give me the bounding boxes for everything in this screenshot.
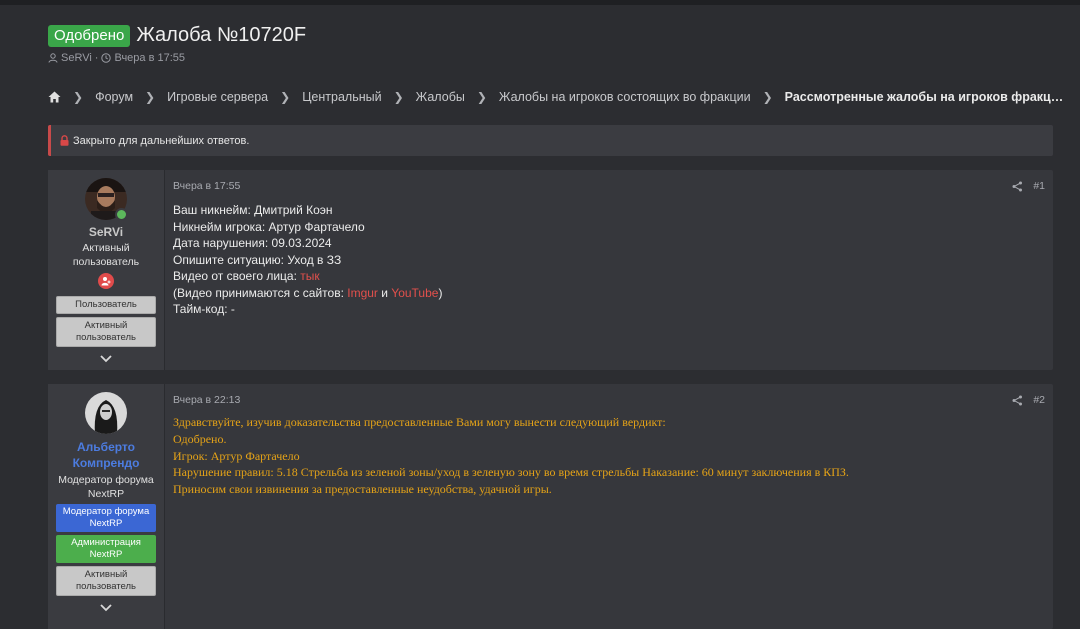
post-line: Ваш никнейм: Дмитрий Коэн (173, 203, 333, 217)
post-line: Приносим свои извинения за предоставленн… (173, 482, 552, 497)
user-banner: Активный пользователь (56, 566, 156, 596)
post-body: Здравствуйте, изучив доказательства пред… (173, 414, 1045, 498)
post-line: Тайм-код: - (173, 302, 235, 316)
chevron-right-icon: ❯ (145, 90, 156, 104)
video-link[interactable]: тык (300, 269, 319, 283)
user-banner: Модератор форума NextRP (56, 504, 156, 532)
user-title-line: пользователь (72, 256, 140, 268)
top-bar (0, 0, 1080, 5)
status-badge: Одобрено (48, 24, 131, 47)
clock-icon (101, 53, 112, 63)
thread-author[interactable]: SeRVi (61, 52, 92, 64)
avatar[interactable] (85, 392, 127, 434)
line-text: ) (438, 285, 443, 300)
meta-separator: · (94, 52, 99, 64)
user-title: Активный пользователь (73, 241, 139, 269)
post-body: Ваш никнейм: Дмитрий Коэн Никнейм игрока… (173, 202, 1045, 318)
post-line: Одобрено. (173, 431, 227, 446)
line-text: и (377, 285, 392, 300)
post-line: Никнейм игрока: Артур Фартачело (173, 219, 365, 234)
user-icon (48, 53, 58, 63)
post-actions: #2 (1012, 394, 1045, 406)
post-line: Опишите ситуацию: Уход в ЗЗ (173, 252, 342, 267)
page-title: Жалоба №10720F (136, 24, 307, 46)
post-line: Дата нарушения: 09.03.2024 (173, 236, 332, 250)
post-line: (Видео принимаются с сайтов: Imgur и You… (173, 285, 1045, 302)
thread-meta: SeRVi · Вчера в 17:55 (48, 52, 185, 64)
username[interactable]: Альберто Компрендо (48, 439, 164, 471)
breadcrumb-item-forum[interactable]: Форум (95, 90, 133, 104)
avatar[interactable] (85, 178, 128, 221)
post-1: SeRVi Активный пользователь Пользователь… (48, 170, 1053, 370)
post-line: Нарушение правил: 5.18 Стрельба из зелен… (173, 465, 849, 480)
thread-time[interactable]: Вчера в 17:55 (114, 52, 185, 64)
post-date[interactable]: Вчера в 22:13 (173, 394, 1045, 406)
avatar-image (85, 392, 127, 434)
chevron-right-icon: ❯ (73, 90, 84, 104)
line-text: (Видео принимаются с сайтов: (173, 285, 348, 300)
share-icon[interactable] (1012, 395, 1023, 406)
chevron-right-icon: ❯ (280, 90, 291, 104)
post-date[interactable]: Вчера в 17:55 (173, 180, 1045, 192)
breadcrumb-item-faction-complaints[interactable]: Жалобы на игроков состоящих во фракции (499, 90, 751, 104)
user-title-line: Активный (82, 242, 130, 254)
user-banner: Администрация NextRP (56, 535, 156, 563)
post-user-info: Альберто Компрендо Модератор форума Next… (48, 384, 165, 629)
post-number[interactable]: #1 (1033, 180, 1045, 192)
post-line: Игрок: Артур Фартачело (173, 448, 300, 463)
breadcrumb-item-complaints[interactable]: Жалобы (416, 90, 465, 104)
chevron-right-icon: ❯ (393, 90, 404, 104)
user-banner: Активный пользователь (56, 317, 156, 347)
chevron-right-icon: ❯ (476, 90, 487, 104)
user-banner: Пользователь (56, 296, 156, 314)
chevron-right-icon: ❯ (762, 90, 773, 104)
share-icon[interactable] (1012, 181, 1023, 192)
user-title-line: NextRP (87, 488, 125, 500)
post-content: Вчера в 22:13 #2 Здравствуйте, изучив до… (165, 384, 1053, 629)
imgur-link[interactable]: Imgur (347, 286, 378, 300)
breadcrumb-item-servers[interactable]: Игровые сервера (167, 90, 268, 104)
locked-notice: Закрыто для дальнейших ответов. (48, 125, 1053, 156)
lock-icon (60, 135, 69, 146)
breadcrumb: ❯ Форум ❯ Игровые сервера ❯ Центральный … (48, 90, 1063, 104)
post-number[interactable]: #2 (1033, 394, 1045, 406)
user-role-icon (98, 273, 114, 289)
locked-notice-text: Закрыто для дальнейших ответов. (73, 134, 250, 147)
post-line: Видео от своего лица: тык (173, 268, 1045, 285)
chevron-down-icon[interactable] (100, 604, 112, 612)
post-line: Здравствуйте, изучив доказательства пред… (173, 415, 666, 429)
breadcrumb-item-central[interactable]: Центральный (302, 90, 381, 104)
breadcrumb-item-current[interactable]: Рассмотренные жалобы на игроков фракц… (785, 90, 1064, 104)
user-title-line: Модератор форума (58, 474, 154, 486)
post-user-info: SeRVi Активный пользователь Пользователь… (48, 170, 165, 370)
user-title: Модератор форума NextRP (58, 473, 154, 501)
thread-header: Одобрено Жалоба №10720F (48, 24, 306, 47)
post-actions: #1 (1012, 180, 1045, 192)
home-icon[interactable] (48, 91, 61, 103)
post-content: Вчера в 17:55 #1 Ваш никнейм: Дмитрий Ко… (165, 170, 1053, 370)
youtube-link[interactable]: YouTube (391, 286, 438, 300)
online-status-icon (115, 208, 128, 221)
line-text: Видео от своего лица: (173, 269, 301, 283)
post-2: Альберто Компрендо Модератор форума Next… (48, 384, 1053, 629)
username[interactable]: SeRVi (89, 225, 123, 239)
chevron-down-icon[interactable] (100, 355, 112, 363)
